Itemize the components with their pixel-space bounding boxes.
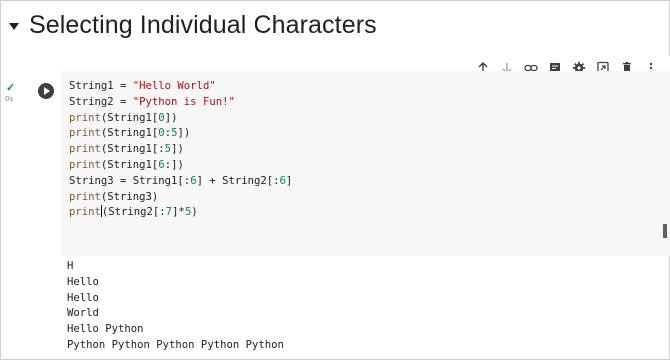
code-line: print(String1[0:5]) bbox=[69, 127, 191, 140]
code-line: print(String1[0]) bbox=[69, 111, 178, 124]
code-line: print(String1[:5]) bbox=[69, 143, 184, 156]
output-line: Hello bbox=[67, 291, 99, 304]
cell-gutter: ✓ 0s bbox=[1, 56, 34, 361]
check-icon: ✓ bbox=[6, 82, 16, 94]
output-line: Hello bbox=[67, 275, 99, 288]
run-cell-button[interactable] bbox=[38, 83, 54, 99]
scrollbar-thumb[interactable] bbox=[663, 224, 667, 238]
output-line: H bbox=[67, 260, 74, 272]
output-line: Python Python Python Python Python bbox=[67, 338, 284, 351]
code-line: print(String2[:7]*5) bbox=[69, 205, 198, 219]
code-block[interactable]: String1 = "Hello World" String2 = "Pytho… bbox=[69, 79, 292, 221]
code-editor[interactable]: String1 = "Hello World" String2 = "Pytho… bbox=[61, 71, 670, 256]
code-line: String2 = "Python is Fun!" bbox=[69, 95, 235, 108]
output-line: Hello Python bbox=[67, 323, 144, 336]
execution-time: 0s bbox=[5, 95, 14, 103]
code-line: print(String1[6:]) bbox=[69, 158, 184, 171]
collapse-caret-icon[interactable] bbox=[9, 23, 19, 30]
code-line: String3 = String1[:6] + String2[:6] bbox=[69, 174, 293, 187]
output-line: World bbox=[67, 307, 99, 320]
text-cursor bbox=[100, 205, 102, 218]
code-line: String1 = "Hello World" bbox=[69, 80, 216, 92]
cell-output: H Hello Hello World Hello Python Python … bbox=[67, 259, 284, 354]
play-icon bbox=[44, 87, 50, 95]
code-cell[interactable]: ✓ 0s String1 = "Hello World" String2 = "… bbox=[1, 56, 670, 361]
code-line: print(String3) bbox=[69, 190, 159, 203]
section-title: Selecting Individual Characters bbox=[29, 10, 377, 39]
section-header[interactable]: Selecting Individual Characters bbox=[9, 7, 377, 43]
